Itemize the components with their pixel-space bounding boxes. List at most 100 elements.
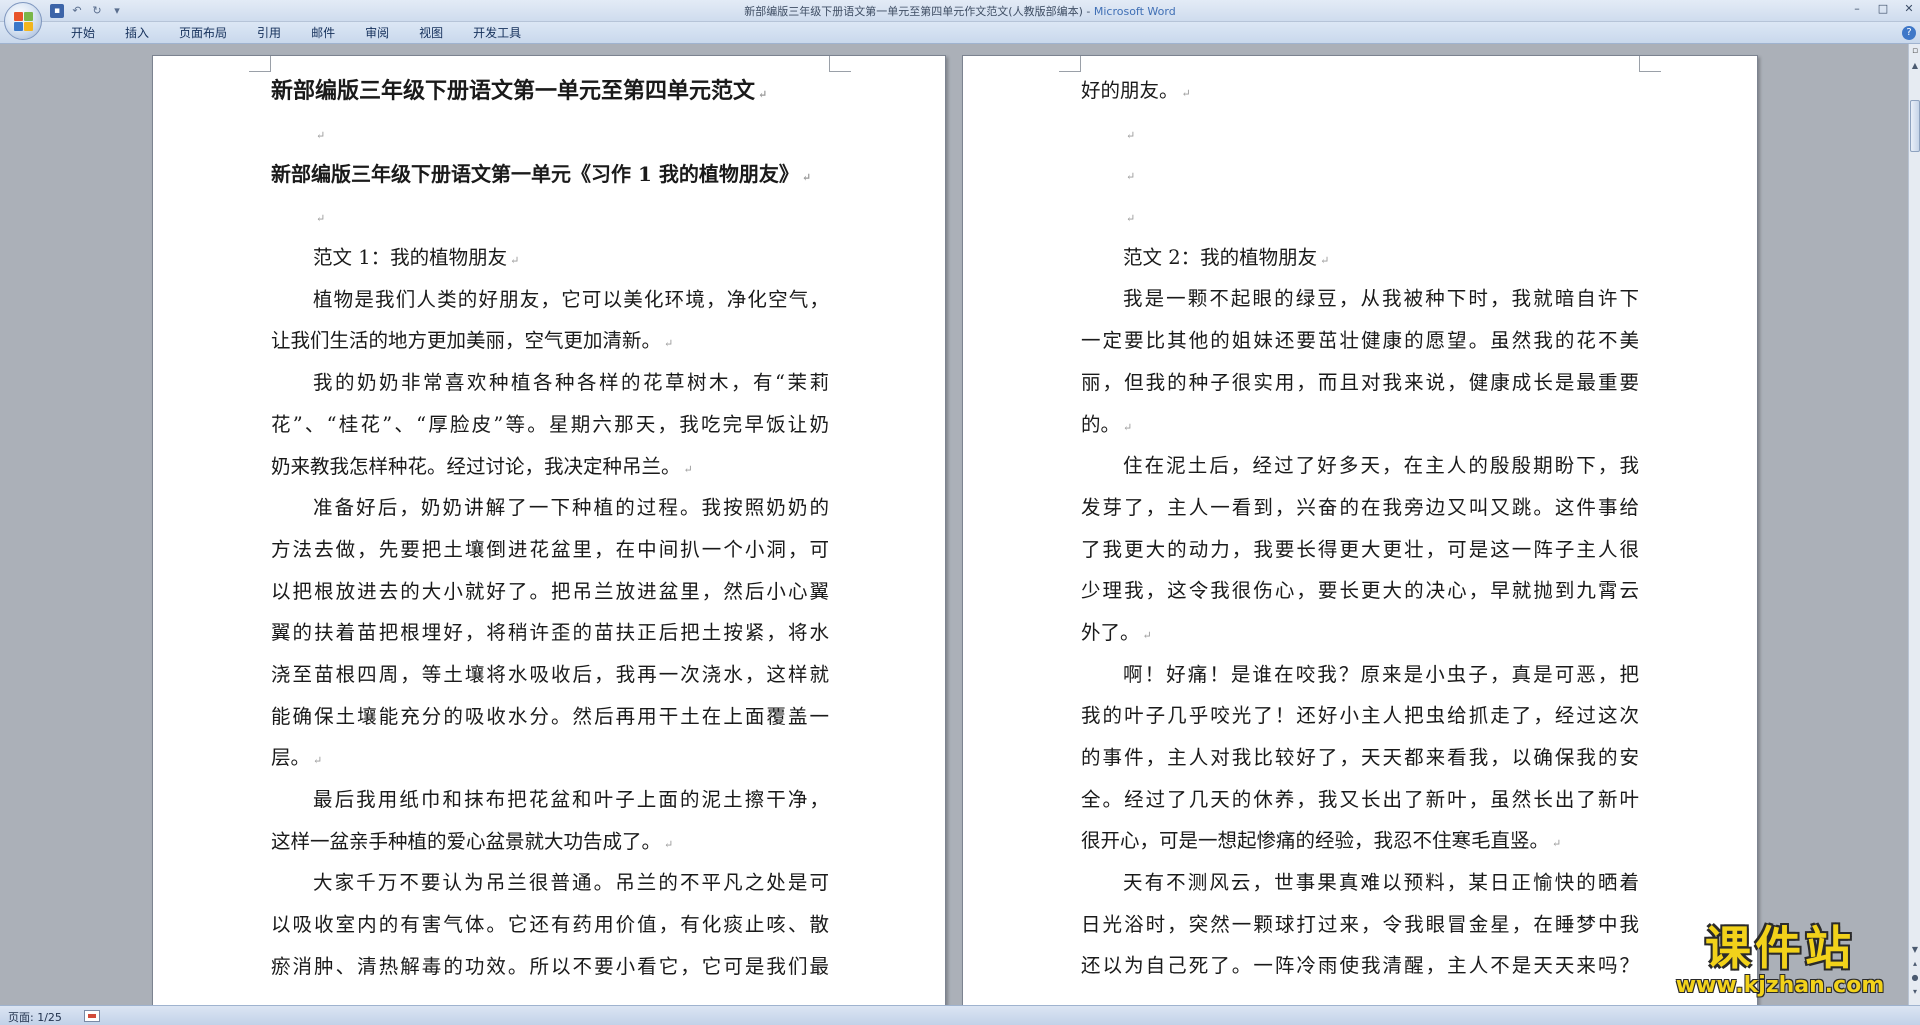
- page-count[interactable]: 页面: 1/25: [8, 1009, 62, 1025]
- document-page-1[interactable]: 新部编版三年级下册语文第一单元至第四单元范文 ↵ ↵ 新部编版三年级下册语文第一单元《…: [152, 55, 946, 1005]
- text-line[interactable]: 花”、“桂花”、“厚脸皮”等。星期六那天，我吃完早饭让奶: [271, 404, 829, 446]
- status-bar: 页面: 1/25: [0, 1005, 1920, 1025]
- office-button[interactable]: [4, 2, 42, 40]
- text-line[interactable]: ↵: [271, 195, 829, 237]
- line-text: 新部编版三年级下册语文第一单元《习作 1 我的植物朋友》: [271, 161, 799, 186]
- page-1-text[interactable]: 新部编版三年级下册语文第一单元至第四单元范文 ↵ ↵ 新部编版三年级下册语文第一单元《…: [271, 70, 829, 987]
- text-line[interactable]: 瘀消肿、清热解毒的功效。所以不要小看它，它可是我们最: [271, 946, 829, 988]
- document-page-2[interactable]: 好的朋友。 ↵ ↵ ↵ ↵ 范文 2：我的植物朋友 ↵ 我是一颗不起眼的绿豆，从我被种下时，我…: [962, 55, 1758, 1005]
- text-line[interactable]: 层。 ↵: [271, 737, 829, 779]
- maximize-button[interactable]: □: [1876, 2, 1890, 15]
- text-line[interactable]: 的事件，主人对我比较好了，天天都来看我，以确保我的安: [1081, 737, 1639, 779]
- line-text: 奶来教我怎样种花。经过讨论，我决定种吊兰。: [271, 454, 681, 478]
- line-text: 准备好后，奶奶讲解了一下种植的过程。我按照奶奶的: [313, 496, 829, 520]
- select-browse-object-icon[interactable]: ●: [1910, 972, 1920, 984]
- text-line[interactable]: 奶来教我怎样种花。经过讨论，我决定种吊兰。 ↵: [271, 446, 829, 488]
- page-2-text[interactable]: 好的朋友。 ↵ ↵ ↵ ↵ 范文 2：我的植物朋友 ↵ 我是一颗不起眼的绿豆，从我被种下时，我…: [1081, 70, 1639, 987]
- paragraph-mark-icon: ↵: [1126, 128, 1136, 142]
- document-title: 新部编版三年级下册语文第一单元至第四单元作文范文(人教版部编本): [744, 5, 1083, 18]
- paragraph-mark-icon: ↵: [1142, 628, 1152, 642]
- text-line[interactable]: 发芽了，主人一看到，兴奋的在我旁边又叫又跳。这件事给: [1081, 487, 1639, 529]
- scroll-thumb[interactable]: [1910, 100, 1920, 152]
- text-line[interactable]: 以把根放进去的大小就好了。把吊兰放进盆里，然后小心翼: [271, 571, 829, 613]
- text-line[interactable]: 我是一颗不起眼的绿豆，从我被种下时，我就暗自许下: [1081, 278, 1639, 320]
- watermark-name: 课件站: [1705, 921, 1855, 975]
- text-line[interactable]: 能确保土壤能充分的吸收水分。然后再用干土在上面覆盖一: [271, 696, 829, 738]
- line-text: 少理我，这令我很伤心，要长更大的决心，早就抛到九霄云: [1081, 579, 1639, 603]
- text-line[interactable]: ↵: [1081, 112, 1639, 154]
- crop-mark: [1639, 56, 1661, 72]
- tab-references[interactable]: 引用: [246, 26, 292, 40]
- text-line[interactable]: 翼的扶着苗把根埋好，将稍许歪的苗扶正后把土按紧，将水: [271, 612, 829, 654]
- text-line[interactable]: 范文 2：我的植物朋友 ↵: [1081, 237, 1639, 279]
- text-line[interactable]: 方法去做，先要把土壤倒进花盆里，在中间扒一个小洞，可: [271, 529, 829, 571]
- text-line[interactable]: 以吸收室内的有害气体。它还有药用价值，有化痰止咳、散: [271, 904, 829, 946]
- text-line[interactable]: 大家千万不要认为吊兰很普通。吊兰的不平凡之处是可: [271, 862, 829, 904]
- text-line[interactable]: 啊！好痛！是谁在咬我？原来是小虫子，真是可恶，把: [1081, 654, 1639, 696]
- view-ruler-icon[interactable]: ▫: [1910, 46, 1920, 58]
- text-line[interactable]: 还以为自己死了。一阵冷雨使我清醒，主人不是天天来吗？: [1081, 945, 1639, 987]
- line-text: 发芽了，主人一看到，兴奋的在我旁边又叫又跳。这件事给: [1081, 495, 1639, 519]
- line-text: 层。: [271, 746, 311, 770]
- close-button[interactable]: ✕: [1902, 2, 1916, 15]
- text-line[interactable]: 最后我用纸巾和抹布把花盆和叶子上面的泥土擦干净，: [271, 779, 829, 821]
- text-line[interactable]: 我的奶奶非常喜欢种植各种各样的花草树木，有“茉莉: [271, 362, 829, 404]
- text-line[interactable]: 了我更大的动力，我要长得更大更壮，可是这一阵子主人很: [1081, 529, 1639, 571]
- text-line[interactable]: 这样一盆亲手种植的爱心盆景就大功告成了。 ↵: [271, 821, 829, 863]
- app-name: Microsoft Word: [1093, 5, 1176, 18]
- text-line[interactable]: 住在泥土后，经过了好多天，在主人的殷殷期盼下，我: [1081, 445, 1639, 487]
- line-text: 了我更大的动力，我要长得更大更壮，可是这一阵子主人很: [1081, 537, 1639, 561]
- text-line[interactable]: ↵: [1081, 153, 1639, 195]
- paragraph-mark-icon: ↵: [1181, 87, 1191, 100]
- text-line[interactable]: 的。 ↵: [1081, 404, 1639, 446]
- paragraph-mark-icon: ↵: [1123, 420, 1133, 434]
- tab-review[interactable]: 审阅: [354, 26, 400, 40]
- minimize-button[interactable]: –: [1850, 2, 1864, 15]
- text-line[interactable]: 浇至苗根四周，等土壤将水吸收后，我再一次浇水，这样就: [271, 654, 829, 696]
- previous-page-icon[interactable]: ▴: [1910, 958, 1920, 970]
- tab-insert[interactable]: 插入: [114, 26, 160, 40]
- crop-mark: [1059, 56, 1081, 72]
- text-line[interactable]: 新部编版三年级下册语文第一单元至第四单元范文 ↵: [271, 70, 829, 112]
- text-line[interactable]: 一定要比其他的姐妹还要茁壮健康的愿望。虽然我的花不美: [1081, 320, 1639, 362]
- text-line[interactable]: 丽，但我的种子很实用，而且对我来说，健康成长是最重要: [1081, 362, 1639, 404]
- tab-page-layout[interactable]: 页面布局: [168, 26, 238, 40]
- text-line[interactable]: 少理我，这令我很伤心，要长更大的决心，早就抛到九霄云: [1081, 570, 1639, 612]
- tab-mailings[interactable]: 邮件: [300, 26, 346, 40]
- vertical-scrollbar[interactable]: ▫ ▲ ▼ ▴ ● ▾: [1908, 44, 1920, 1005]
- line-text: 好的朋友。: [1081, 79, 1179, 102]
- text-line[interactable]: 日光浴时，突然一颗球打过来，令我眼冒金星，在睡梦中我: [1081, 904, 1639, 946]
- document-area[interactable]: 新部编版三年级下册语文第一单元至第四单元范文 ↵ ↵ 新部编版三年级下册语文第一单元《…: [0, 44, 1908, 1005]
- paragraph-mark-icon: ↵: [664, 837, 674, 851]
- tab-developer[interactable]: 开发工具: [462, 26, 532, 40]
- text-line[interactable]: 准备好后，奶奶讲解了一下种植的过程。我按照奶奶的: [271, 487, 829, 529]
- scroll-up-icon[interactable]: ▲: [1910, 60, 1920, 72]
- text-line[interactable]: 让我们生活的地方更加美丽，空气更加清新。 ↵: [271, 320, 829, 362]
- text-line[interactable]: 新部编版三年级下册语文第一单元《习作 1 我的植物朋友》 ↵: [271, 154, 829, 196]
- text-line[interactable]: ↵: [1081, 195, 1639, 237]
- text-line[interactable]: 我的叶子几乎咬光了！还好小主人把虫给抓走了，经过这次: [1081, 695, 1639, 737]
- line-text: 让我们生活的地方更加美丽，空气更加清新。: [271, 329, 662, 353]
- text-line[interactable]: 植物是我们人类的好朋友，它可以美化环境，净化空气，: [271, 279, 829, 321]
- text-line[interactable]: 天有不测风云，世事果真难以预料，某日正愉快的晒着: [1081, 862, 1639, 904]
- proofing-icon[interactable]: [84, 1010, 100, 1022]
- help-icon[interactable]: ?: [1902, 26, 1916, 40]
- line-text: 我是一颗不起眼的绿豆，从我被种下时，我就暗自许下: [1123, 287, 1639, 311]
- text-line[interactable]: 外了。 ↵: [1081, 612, 1639, 654]
- text-line[interactable]: ↵: [271, 112, 829, 154]
- line-text: 丽，但我的种子很实用，而且对我来说，健康成长是最重要: [1081, 370, 1639, 394]
- line-text: 范文 2：我的植物朋友: [1123, 245, 1318, 269]
- text-line[interactable]: 很开心，可是一想起惨痛的经验，我忍不住寒毛直竖。 ↵: [1081, 820, 1639, 862]
- paragraph-mark-icon: ↵: [1320, 253, 1330, 267]
- tab-view[interactable]: 视图: [408, 26, 454, 40]
- paragraph-mark-icon: ↵: [801, 170, 812, 184]
- line-text: 方法去做，先要把土壤倒进花盆里，在中间扒一个小洞，可: [271, 537, 829, 561]
- line-text: 翼的扶着苗把根埋好，将稍许歪的苗扶正后把土按紧，将水: [271, 621, 829, 645]
- line-text: 瘀消肿、清热解毒的功效。所以不要小看它，它可是我们最: [271, 954, 829, 978]
- text-line[interactable]: 好的朋友。 ↵: [1081, 70, 1639, 112]
- text-line[interactable]: 全。经过了几天的休养，我又长出了新叶，虽然长出了新叶: [1081, 779, 1639, 821]
- next-page-icon[interactable]: ▾: [1910, 986, 1920, 998]
- tab-home[interactable]: 开始: [60, 26, 106, 40]
- scroll-down-icon[interactable]: ▼: [1910, 944, 1920, 956]
- text-line[interactable]: 范文 1：我的植物朋友 ↵: [271, 237, 829, 279]
